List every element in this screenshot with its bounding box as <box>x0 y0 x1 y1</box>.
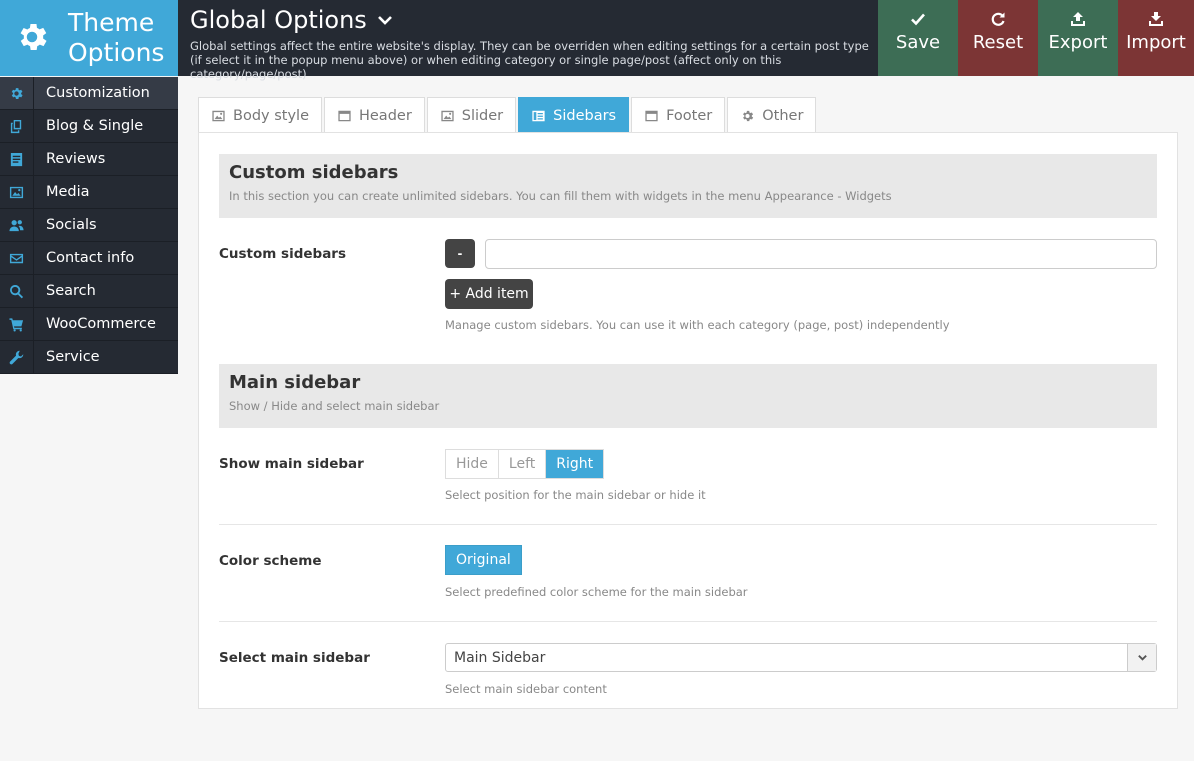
chevron-down-icon <box>377 16 392 25</box>
export-label: Export <box>1048 32 1108 53</box>
sidebar-item-blog-single[interactable]: Blog & Single <box>0 110 178 143</box>
custom-sidebars-description: Manage custom sidebars. You can use it w… <box>445 318 950 332</box>
position-option-left[interactable]: Left <box>499 450 547 478</box>
position-option-right[interactable]: Right <box>546 450 604 478</box>
image-icon <box>212 110 225 121</box>
sidebar-item-reviews[interactable]: Reviews <box>0 143 178 176</box>
gear-icon <box>743 110 754 121</box>
custom-sidebar-name-input[interactable] <box>485 239 1157 269</box>
upload-icon <box>1071 12 1085 26</box>
color-scheme-label: Color scheme <box>219 553 322 569</box>
divider <box>219 621 1157 622</box>
chevron-down-icon <box>1137 655 1147 661</box>
tab-sidebars[interactable]: Sidebars <box>518 97 630 133</box>
brand-title-line1: Theme <box>68 8 155 37</box>
position-option-hide[interactable]: Hide <box>446 450 499 478</box>
color-scheme-original-button[interactable]: Original <box>445 545 522 575</box>
save-button[interactable]: Save <box>878 0 958 76</box>
check-icon <box>911 13 925 26</box>
tab-body-style[interactable]: Body style <box>198 97 322 133</box>
page-title: Global Options <box>190 6 367 34</box>
brand-title: Theme Options <box>68 8 164 68</box>
brand-title-line2: Options <box>68 38 165 67</box>
tab-slider[interactable]: Slider <box>426 97 517 133</box>
section-title: Main sidebar <box>229 372 361 393</box>
remove-item-button[interactable]: - <box>445 239 475 268</box>
select-main-sidebar-label: Select main sidebar <box>219 650 370 666</box>
users-icon <box>9 219 24 231</box>
tab-other[interactable]: Other <box>727 97 817 133</box>
image-icon <box>9 186 24 198</box>
gear-icon <box>20 23 47 51</box>
page-description: Global settings affect the entire websit… <box>190 39 869 81</box>
divider <box>219 524 1157 525</box>
section-description: In this section you can create unlimited… <box>229 189 892 203</box>
tab-label: Sidebars <box>553 107 617 124</box>
document-icon <box>10 152 23 166</box>
import-button[interactable]: Import <box>1118 0 1194 76</box>
sidebar-item-label: Search <box>46 283 96 299</box>
brand: Theme Options <box>0 0 178 76</box>
add-item-button[interactable]: + Add item <box>445 279 533 309</box>
wrench-icon <box>9 350 24 364</box>
import-label: Import <box>1126 32 1186 53</box>
global-options-dropdown[interactable]: Global Options <box>190 6 393 34</box>
select-arrow[interactable] <box>1127 644 1156 671</box>
top-bar: Theme Options Global Options Global sett… <box>0 0 1194 81</box>
tab-label: Slider <box>461 107 504 124</box>
list-icon <box>532 110 545 121</box>
color-scheme-description: Select predefined color scheme for the m… <box>445 585 748 599</box>
export-button[interactable]: Export <box>1038 0 1118 76</box>
tab-label: Body style <box>233 107 309 124</box>
tab-label: Header <box>358 107 412 124</box>
refresh-icon <box>991 12 1005 26</box>
show-main-sidebar-label: Show main sidebar <box>219 456 364 472</box>
sidebar-item-label: Customization <box>46 85 150 101</box>
sidebar-position-switch: Hide Left Right <box>445 449 605 479</box>
sidebar-item-label: Service <box>46 349 100 365</box>
show-main-sidebar-description: Select position for the main sidebar or … <box>445 488 706 502</box>
image-icon <box>441 110 454 121</box>
reset-button[interactable]: Reset <box>958 0 1038 76</box>
sidebar-item-label: WooCommerce <box>46 316 156 332</box>
sidebar-menu: Customization Blog & Single Reviews Medi… <box>0 77 178 374</box>
reset-label: Reset <box>972 32 1024 53</box>
sidebar-item-customization[interactable]: Customization <box>0 77 178 110</box>
sidebar-item-woocommerce[interactable]: WooCommerce <box>0 308 178 341</box>
sidebar-item-label: Reviews <box>46 151 106 167</box>
custom-sidebars-label: Custom sidebars <box>219 246 346 262</box>
tab-footer[interactable]: Footer <box>631 97 726 133</box>
main-sidebar-section-header: Main sidebar Show / Hide and select main… <box>219 364 1157 428</box>
section-description: Show / Hide and select main sidebar <box>229 399 440 413</box>
select-value: Main Sidebar <box>454 650 546 666</box>
sidebar-item-contact-info[interactable]: Contact info <box>0 242 178 275</box>
tab-label: Footer <box>666 107 713 124</box>
envelope-icon <box>9 253 24 263</box>
cart-icon <box>9 317 24 332</box>
options-panel: Custom sidebars In this section you can … <box>198 132 1178 709</box>
sidebar-item-search[interactable]: Search <box>0 275 178 308</box>
download-icon <box>1149 12 1163 26</box>
sidebar-item-socials[interactable]: Socials <box>0 209 178 242</box>
tab-label: Other <box>762 107 804 124</box>
sidebar-item-label: Media <box>46 184 90 200</box>
gear-icon <box>11 87 23 99</box>
tab-bar: Body style Header Slider Sidebars Footer… <box>198 97 818 133</box>
search-icon <box>10 284 24 298</box>
copy-icon <box>10 119 22 133</box>
tab-header[interactable]: Header <box>323 97 425 133</box>
main-sidebar-select[interactable]: Main Sidebar <box>445 643 1157 672</box>
window-icon <box>645 110 658 121</box>
select-main-sidebar-description: Select main sidebar content <box>445 682 607 696</box>
sidebar-item-service[interactable]: Service <box>0 341 178 374</box>
sidebar-item-label: Contact info <box>46 250 135 266</box>
sidebar-item-label: Blog & Single <box>46 118 144 134</box>
section-title: Custom sidebars <box>229 162 399 183</box>
save-label: Save <box>895 32 941 53</box>
custom-sidebars-section-header: Custom sidebars In this section you can … <box>219 154 1157 218</box>
sidebar-item-label: Socials <box>46 217 97 233</box>
window-icon <box>338 110 351 121</box>
sidebar-item-media[interactable]: Media <box>0 176 178 209</box>
